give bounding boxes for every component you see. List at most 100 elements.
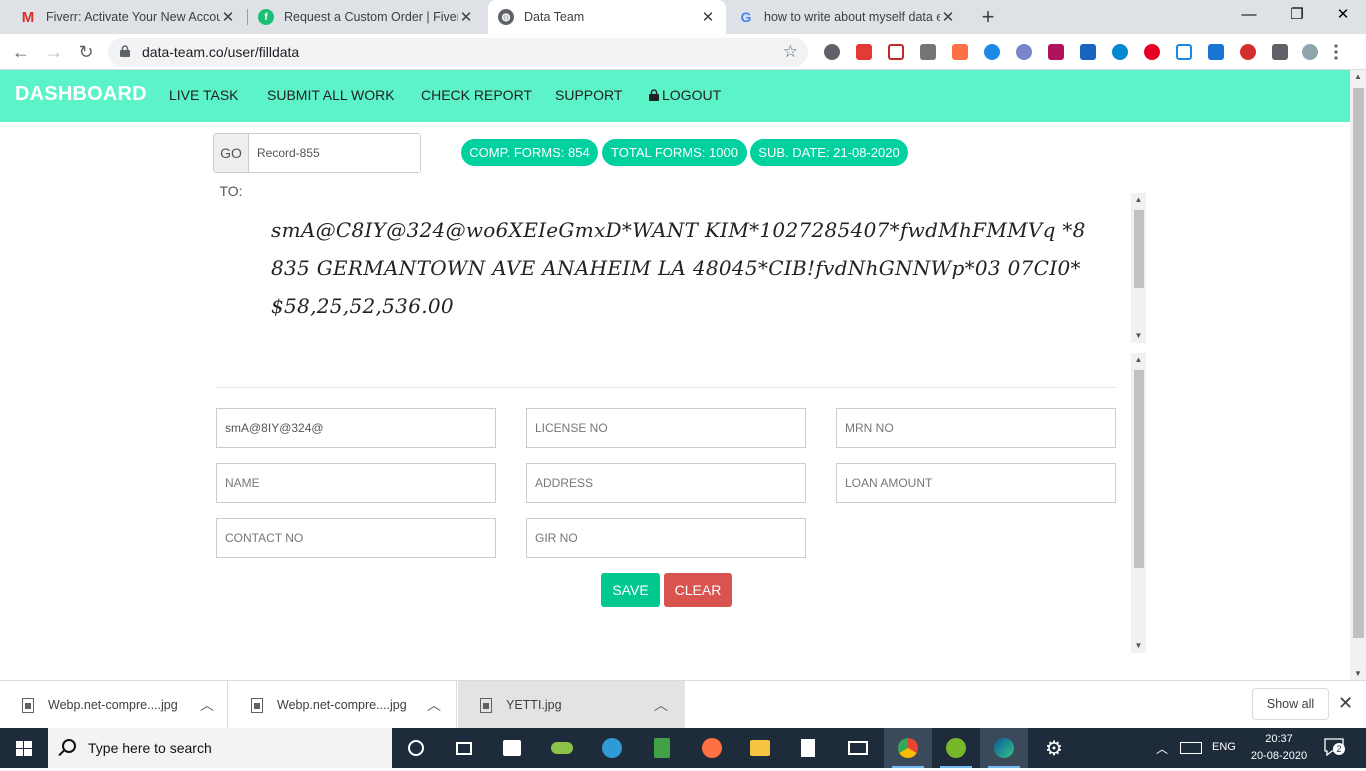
- pinterest-icon[interactable]: [1144, 44, 1160, 60]
- record-scrollbar[interactable]: ▲ ▼: [1131, 193, 1146, 343]
- license-no-field[interactable]: [526, 408, 806, 448]
- save-button[interactable]: SAVE: [601, 573, 660, 607]
- scroll-down-arrow-icon[interactable]: ▼: [1131, 329, 1146, 343]
- file-explorer-icon[interactable]: [736, 728, 784, 768]
- close-icon[interactable]: ✕: [940, 8, 956, 26]
- form-scrollbar-thumb[interactable]: [1134, 370, 1144, 568]
- tab-fiverr-activate[interactable]: M Fiverr: Activate Your New Account ✕: [10, 0, 246, 34]
- color-picker-icon[interactable]: [1048, 44, 1064, 60]
- new-tab-button[interactable]: +: [976, 4, 1000, 30]
- show-all-downloads-button[interactable]: Show all: [1252, 688, 1329, 720]
- pdf-icon[interactable]: [856, 44, 872, 60]
- edit-extension-icon[interactable]: [1112, 44, 1128, 60]
- skype-icon[interactable]: [824, 44, 840, 60]
- profile-avatar[interactable]: [1302, 44, 1318, 60]
- form-scrollbar[interactable]: ▲ ▼: [1131, 353, 1146, 653]
- forward-button[interactable]: →: [42, 40, 66, 64]
- mail-icon[interactable]: [834, 728, 882, 768]
- name-field[interactable]: [216, 463, 496, 503]
- edge-icon[interactable]: [588, 728, 636, 768]
- close-icon[interactable]: ✕: [220, 8, 236, 26]
- firefox-icon[interactable]: [688, 728, 736, 768]
- clock-time: 20:37: [1265, 733, 1293, 745]
- honey-icon[interactable]: [952, 44, 968, 60]
- document-icon[interactable]: [784, 728, 832, 768]
- clear-button[interactable]: CLEAR: [664, 573, 732, 607]
- image-file-icon: [22, 697, 34, 713]
- cloud-app-icon[interactable]: [538, 728, 586, 768]
- search-extension-icon[interactable]: [1080, 44, 1096, 60]
- s-extension-icon[interactable]: [1208, 44, 1224, 60]
- bookmark-star-icon[interactable]: ☆: [783, 42, 798, 62]
- extensions-puzzle-icon[interactable]: [1272, 44, 1288, 60]
- tab-title: Data Team: [524, 10, 585, 24]
- store-icon[interactable]: [488, 728, 536, 768]
- task-view-icon[interactable]: [440, 728, 488, 768]
- nav-live-task[interactable]: LIVE TASK: [169, 87, 239, 103]
- download-item[interactable]: Webp.net-compre....jpg ︿: [229, 681, 457, 729]
- download-item[interactable]: YETTI.jpg ︿: [458, 681, 685, 729]
- notification-center-icon[interactable]: 2: [1324, 738, 1345, 757]
- gir-no-field[interactable]: [526, 518, 806, 558]
- chevron-up-icon[interactable]: ︿: [200, 695, 214, 715]
- reload-button[interactable]: ↻: [74, 40, 98, 64]
- keyboard-icon[interactable]: [1180, 742, 1202, 754]
- system-clock[interactable]: 20:37 20-08-2020: [1246, 731, 1312, 765]
- start-button[interactable]: [0, 728, 48, 768]
- tab-fiverr-request[interactable]: f Request a Custom Order | Fiverr ✕: [248, 0, 484, 34]
- chevron-up-icon[interactable]: ︿: [654, 695, 668, 715]
- tray-chevron-up-icon[interactable]: ︿: [1156, 740, 1168, 757]
- record-image-panel: smA@C8IY@324@wo6XEIeGmxD*WANT KIM*102728…: [216, 193, 1146, 343]
- scroll-down-arrow-icon[interactable]: ▼: [1350, 669, 1366, 678]
- fiverr-icon: f: [258, 9, 274, 25]
- address-bar[interactable]: data-team.co/user/filldata ☆: [108, 38, 808, 66]
- close-icon[interactable]: ✕: [458, 8, 474, 26]
- record-id-field[interactable]: [216, 408, 496, 448]
- sync-icon[interactable]: [984, 44, 1000, 60]
- download-item[interactable]: Webp.net-compre....jpg ︿: [0, 681, 228, 729]
- utorrent-icon[interactable]: [932, 728, 980, 768]
- total-forms-badge: TOTAL FORMS: 1000: [602, 139, 747, 166]
- close-shelf-icon[interactable]: ✕: [1338, 693, 1353, 714]
- pocket-icon[interactable]: [888, 44, 904, 60]
- edge-chromium-icon[interactable]: [980, 728, 1028, 768]
- address-field[interactable]: [526, 463, 806, 503]
- page-scrollbar[interactable]: ▲ ▼: [1350, 70, 1366, 680]
- notification-count-badge: 2: [1333, 743, 1345, 755]
- screenshot-icon[interactable]: [1176, 44, 1192, 60]
- back-button[interactable]: ←: [9, 40, 33, 64]
- chevron-up-icon[interactable]: ︿: [427, 695, 441, 715]
- menu-kebab-icon[interactable]: [1334, 44, 1338, 60]
- loan-amount-field[interactable]: [836, 463, 1116, 503]
- contact-no-field[interactable]: [216, 518, 496, 558]
- nav-submit-all-work[interactable]: SUBMIT ALL WORK: [267, 87, 395, 103]
- window-close-button[interactable]: ✕: [1320, 0, 1366, 30]
- my-extension-icon[interactable]: [920, 44, 936, 60]
- goto-record-input[interactable]: [249, 134, 420, 172]
- tab-data-team[interactable]: ◍ Data Team ✕: [488, 0, 726, 34]
- chrome-icon[interactable]: [884, 728, 932, 768]
- nav-check-report[interactable]: CHECK REPORT: [421, 87, 532, 103]
- scroll-down-arrow-icon[interactable]: ▼: [1131, 639, 1146, 653]
- settings-gear-icon[interactable]: ⚙: [1030, 728, 1078, 768]
- page-scrollbar-thumb[interactable]: [1353, 88, 1364, 638]
- minimize-button[interactable]: —: [1226, 0, 1272, 30]
- notes-app-icon[interactable]: [638, 728, 686, 768]
- record-handwritten-text: smA@C8IY@324@wo6XEIeGmxD*WANT KIM*102728…: [271, 218, 1086, 318]
- tab-google-search[interactable]: G how to write about myself data e ✕: [728, 0, 966, 34]
- close-icon[interactable]: ✕: [700, 8, 716, 26]
- scroll-up-arrow-icon[interactable]: ▲: [1131, 353, 1146, 367]
- record-scrollbar-thumb[interactable]: [1134, 210, 1144, 288]
- maximize-button[interactable]: ❐: [1274, 0, 1320, 30]
- dashboard-brand-link[interactable]: DASHBOARD: [15, 83, 147, 106]
- nav-logout[interactable]: LOGOUT: [649, 87, 721, 103]
- language-indicator[interactable]: ENG: [1212, 741, 1236, 753]
- mrn-no-field[interactable]: [836, 408, 1116, 448]
- adblock-icon[interactable]: [1240, 44, 1256, 60]
- scroll-up-arrow-icon[interactable]: ▲: [1131, 193, 1146, 207]
- browser-extension-icon[interactable]: [1016, 44, 1032, 60]
- taskbar-search-box[interactable]: Type here to search: [48, 728, 392, 768]
- nav-support[interactable]: SUPPORT: [555, 87, 622, 103]
- cortana-icon[interactable]: [392, 728, 440, 768]
- scroll-up-arrow-icon[interactable]: ▲: [1350, 72, 1366, 81]
